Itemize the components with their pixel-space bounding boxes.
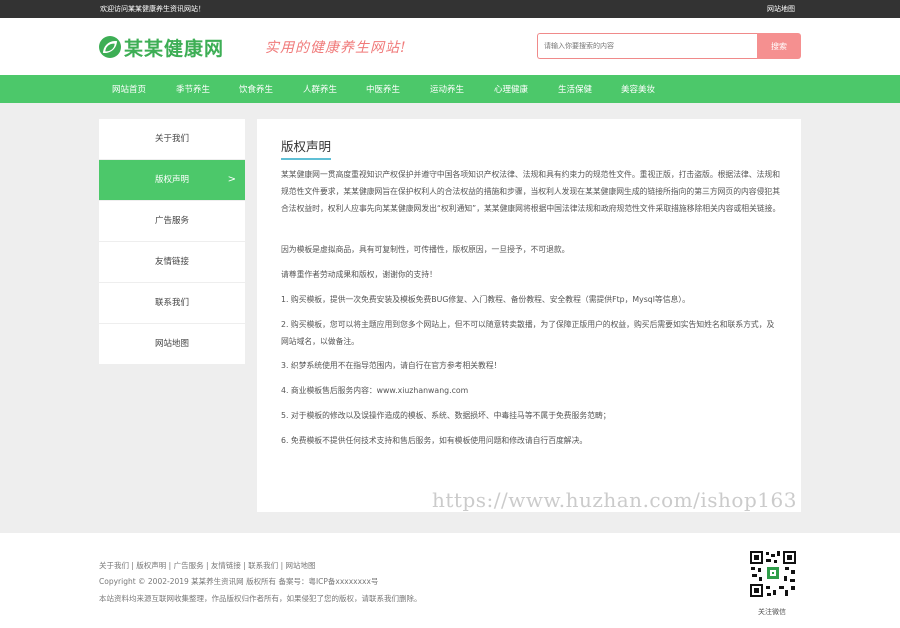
side-item-label: 版权声明: [154, 175, 189, 185]
nav-item-season[interactable]: 季节养生: [176, 83, 210, 95]
leaf-logo-icon: [99, 36, 121, 58]
search-button[interactable]: 搜索: [757, 33, 801, 59]
watermark: https://www.huzhan.com/ishop163: [432, 488, 797, 512]
nav-item-diet[interactable]: 饮食养生: [239, 83, 273, 95]
side-menu: 关于我们 版权声明 > 广告服务 友情链接 联系我们 网站地图: [99, 119, 245, 365]
paragraph: 2. 购买模板，您可以将主题应用到您多个网站上，但不可以随意转卖散播，为了保障正…: [281, 319, 775, 346]
chevron-right-icon: >: [227, 174, 236, 185]
site-logo[interactable]: 某某健康网: [99, 34, 224, 60]
nav-item-home[interactable]: 网站首页: [112, 83, 146, 95]
side-item-copyright[interactable]: 版权声明 >: [99, 160, 245, 201]
qr-label: 关注微信: [758, 608, 786, 616]
side-item-contact[interactable]: 联系我们: [99, 283, 245, 324]
footer: 关于我们 | 版权声明 | 广告服务 | 友情链接 | 联系我们 | 网站地图 …: [0, 533, 900, 628]
side-item-sitemap[interactable]: 网站地图: [99, 324, 245, 365]
header: 某某健康网 实用的健康养生网站! 搜索: [0, 18, 900, 75]
side-item-label: 友情链接: [154, 257, 189, 267]
logo-text: 某某健康网: [124, 37, 225, 60]
nav-item-sport[interactable]: 运动养生: [430, 83, 464, 95]
side-item-ads[interactable]: 广告服务: [99, 201, 245, 242]
footer-copyright: Copyright © 2002-2019 某某养生资讯网 版权所有 备案号：粤…: [99, 577, 379, 586]
paragraph: 3. 织梦系统使用不在指导范围内，请自行在官方参考相关教程！: [281, 361, 502, 371]
side-item-about[interactable]: 关于我们: [99, 119, 245, 160]
qr-code-icon: [749, 550, 797, 598]
nav-item-tcm[interactable]: 中医养生: [366, 83, 400, 95]
nav-item-life[interactable]: 生活保健: [558, 83, 592, 95]
top-bar: 欢迎访问某某健康养生资讯网站！ 网站地图: [0, 0, 900, 18]
sitemap-link[interactable]: 网站地图: [767, 4, 795, 14]
paragraph: 5. 对于模板的修改以及误操作造成的模板、系统、数据损坏、中毒挂马等不属于免费服…: [281, 410, 611, 420]
nav-item-beauty[interactable]: 美容美妆: [621, 83, 655, 95]
footer-note: 本站资料均来源互联网收集整理，作品版权归作者所有，如果侵犯了您的版权，请联系我们…: [99, 594, 422, 603]
main-nav: 网站首页 季节养生 饮食养生 人群养生 中医养生 运动养生 心理健康 生活保健 …: [0, 75, 900, 103]
paragraph: 请尊重作者劳动成果和版权，谢谢你的支持！: [281, 270, 437, 280]
side-item-label: 关于我们: [154, 134, 189, 144]
footer-links[interactable]: 关于我们 | 版权声明 | 广告服务 | 友情链接 | 联系我们 | 网站地图: [99, 560, 315, 571]
paragraph: 4. 商业模板售后服务内容：www.xiuzhanwang.com: [281, 386, 469, 396]
paragraph: 某某健康网一贯高度重视知识产权保护并遵守中国各项知识产权法律、法规和具有约束力的…: [281, 170, 781, 213]
paragraph: 6. 免费模板不提供任何技术支持和售后服务，如有模板使用问题和修改请自行百度解决…: [281, 435, 588, 445]
side-item-label: 联系我们: [154, 298, 189, 308]
side-item-links[interactable]: 友情链接: [99, 242, 245, 283]
article-body: 某某健康网一贯高度重视知识产权保护并遵守中国各项知识产权法律、法规和具有约束力的…: [281, 167, 781, 450]
page-title: 版权声明: [281, 136, 332, 160]
content-panel: 版权声明 某某健康网一贯高度重视知识产权保护并遵守中国各项知识产权法律、法规和具…: [257, 119, 801, 512]
paragraph: 因为模板是虚拟商品，具有可复制性，可传播性，版权原因，一旦授予，不可退款。: [281, 245, 570, 255]
search-box: 搜索: [537, 33, 801, 59]
paragraph: 1. 购买模板，提供一次免费安装及模板免费BUG修复、入门教程、备份教程、安全教…: [281, 294, 690, 304]
side-item-label: 网站地图: [154, 339, 189, 349]
nav-item-mental[interactable]: 心理健康: [494, 83, 528, 95]
slogan: 实用的健康养生网站!: [265, 40, 407, 56]
welcome-text: 欢迎访问某某健康养生资讯网站！: [100, 5, 205, 13]
search-input[interactable]: [537, 33, 757, 59]
side-item-label: 广告服务: [154, 216, 189, 226]
nav-item-population[interactable]: 人群养生: [303, 83, 337, 95]
